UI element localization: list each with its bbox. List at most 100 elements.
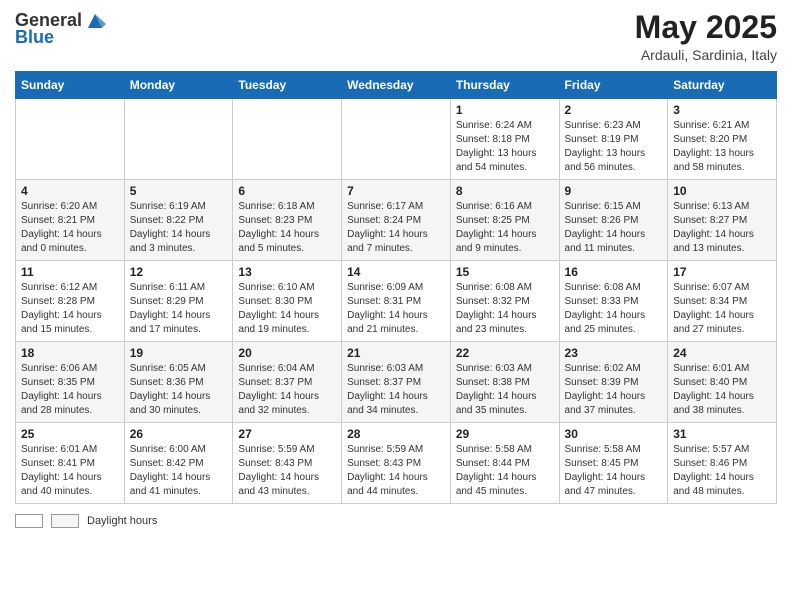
day-info: Sunrise: 6:13 AMSunset: 8:27 PMDaylight:… [673,200,771,256]
calendar-cell: 15Sunrise: 6:08 AMSunset: 8:32 PMDayligh… [450,261,559,342]
calendar-cell: 21 Sunrise: 6:03 AMSunset: 8:37 PMDayligh… [342,342,451,423]
day-info: Sunrise: 6:08 AMSunset: 8:32 PMDaylight:… [456,281,554,337]
day-number: 19 [130,346,228,360]
day-info: Sunrise: 6:11 AMSunset: 8:29 PMDaylight:… [130,281,228,337]
calendar-cell: 6Sunrise: 6:18 AMSunset: 8:23 PMDaylight… [233,180,342,261]
day-info: Sunrise: 6:03 AMSunset: 8:38 PMDaylight:… [456,362,554,418]
month-title: May 2025 [635,10,777,45]
day-number: 1 [456,103,554,117]
day-number: 5 [130,184,228,198]
week-row-4: 18Sunrise: 6:06 AMSunset: 8:35 PMDayligh… [16,342,777,423]
calendar-cell [342,99,451,180]
day-number: 24 [673,346,771,360]
col-header-tuesday: Tuesday [233,72,342,99]
day-number: 21 [347,346,445,360]
day-number: 20 [238,346,336,360]
day-number: 30 [565,427,663,441]
calendar-cell: 16 Sunrise: 6:08 AMSunset: 8:33 PMDayligh… [559,261,668,342]
calendar-cell: 18Sunrise: 6:06 AMSunset: 8:35 PMDayligh… [16,342,125,423]
legend-label: Daylight hours [87,515,157,527]
day-number: 9 [565,184,663,198]
day-number: 4 [21,184,119,198]
logo: General Blue [15,10,106,48]
calendar-cell: 4 Sunrise: 6:20 AMSunset: 8:21 PMDaylight… [16,180,125,261]
day-info: Sunrise: 6:08 AMSunset: 8:33 PMDaylight:… [565,281,663,337]
calendar-cell: 29 Sunrise: 5:58 AMSunset: 8:44 PMDayligh… [450,423,559,504]
calendar-cell: 31 Sunrise: 5:57 AMSunset: 8:46 PMDayligh… [668,423,777,504]
calendar-cell: 8 Sunrise: 6:16 AMSunset: 8:25 PMDaylight… [450,180,559,261]
day-number: 11 [21,265,119,279]
calendar-cell: 11 Sunrise: 6:12 AMSunset: 8:28 PMDayligh… [16,261,125,342]
calendar-cell [233,99,342,180]
location-title: Ardauli, Sardinia, Italy [635,47,777,63]
day-number: 14 [347,265,445,279]
day-info: Sunrise: 6:24 AMSunset: 8:18 PMDaylight:… [456,119,554,175]
calendar-cell: 27Sunrise: 5:59 AMSunset: 8:43 PMDayligh… [233,423,342,504]
calendar-cell: 28Sunrise: 5:59 AMSunset: 8:43 PMDayligh… [342,423,451,504]
day-number: 25 [21,427,119,441]
day-info: Sunrise: 6:04 AMSunset: 8:37 PMDaylight:… [238,362,336,418]
day-number: 27 [238,427,336,441]
day-info: Sunrise: 6:12 AMSunset: 8:28 PMDaylight:… [21,281,119,337]
calendar-table: SundayMondayTuesdayWednesdayThursdayFrid… [15,71,777,504]
calendar-cell: 19 Sunrise: 6:05 AMSunset: 8:36 PMDayligh… [124,342,233,423]
day-info: Sunrise: 5:58 AMSunset: 8:45 PMDaylight:… [565,443,663,499]
calendar-cell: 14 Sunrise: 6:09 AMSunset: 8:31 PMDayligh… [342,261,451,342]
day-number: 3 [673,103,771,117]
header: General Blue May 2025 Ardauli, Sardinia,… [15,10,777,63]
title-block: May 2025 Ardauli, Sardinia, Italy [635,10,777,63]
calendar-cell: 2 Sunrise: 6:23 AMSunset: 8:19 PMDaylight… [559,99,668,180]
day-number: 16 [565,265,663,279]
col-header-sunday: Sunday [16,72,125,99]
legend-box-gray [51,514,79,528]
day-number: 31 [673,427,771,441]
col-header-wednesday: Wednesday [342,72,451,99]
day-info: Sunrise: 6:16 AMSunset: 8:25 PMDaylight:… [456,200,554,256]
day-number: 2 [565,103,663,117]
page-container: General Blue May 2025 Ardauli, Sardinia,… [0,0,792,543]
calendar-cell: 30 Sunrise: 5:58 AMSunset: 8:45 PMDayligh… [559,423,668,504]
col-header-thursday: Thursday [450,72,559,99]
calendar-header-row: SundayMondayTuesdayWednesdayThursdayFrid… [16,72,777,99]
calendar-cell: 7Sunrise: 6:17 AMSunset: 8:24 PMDaylight… [342,180,451,261]
day-number: 12 [130,265,228,279]
calendar-cell: 20 Sunrise: 6:04 AMSunset: 8:37 PMDayligh… [233,342,342,423]
day-info: Sunrise: 6:10 AMSunset: 8:30 PMDaylight:… [238,281,336,337]
day-info: Sunrise: 6:17 AMSunset: 8:24 PMDaylight:… [347,200,445,256]
week-row-2: 4 Sunrise: 6:20 AMSunset: 8:21 PMDaylight… [16,180,777,261]
day-number: 8 [456,184,554,198]
day-number: 13 [238,265,336,279]
day-info: Sunrise: 6:03 AMSunset: 8:37 PMDaylight:… [347,362,445,418]
day-info: Sunrise: 6:23 AMSunset: 8:19 PMDaylight:… [565,119,663,175]
calendar-cell: 25 Sunrise: 6:01 AMSunset: 8:41 PMDayligh… [16,423,125,504]
legend-box-white [15,514,43,528]
day-number: 26 [130,427,228,441]
logo-icon [84,10,106,32]
calendar-cell: 10Sunrise: 6:13 AMSunset: 8:27 PMDayligh… [668,180,777,261]
week-row-3: 11 Sunrise: 6:12 AMSunset: 8:28 PMDayligh… [16,261,777,342]
calendar-cell: 3 Sunrise: 6:21 AMSunset: 8:20 PMDaylight… [668,99,777,180]
calendar-cell [124,99,233,180]
calendar-cell: 17Sunrise: 6:07 AMSunset: 8:34 PMDayligh… [668,261,777,342]
calendar-cell: 9 Sunrise: 6:15 AMSunset: 8:26 PMDaylight… [559,180,668,261]
day-info: Sunrise: 6:15 AMSunset: 8:26 PMDaylight:… [565,200,663,256]
calendar-cell: 1 Sunrise: 6:24 AMSunset: 8:18 PMDaylight… [450,99,559,180]
day-number: 6 [238,184,336,198]
calendar-cell: 26Sunrise: 6:00 AMSunset: 8:42 PMDayligh… [124,423,233,504]
week-row-5: 25 Sunrise: 6:01 AMSunset: 8:41 PMDayligh… [16,423,777,504]
day-number: 17 [673,265,771,279]
day-number: 29 [456,427,554,441]
calendar-cell: 13 Sunrise: 6:10 AMSunset: 8:30 PMDayligh… [233,261,342,342]
calendar-cell: 12 Sunrise: 6:11 AMSunset: 8:29 PMDayligh… [124,261,233,342]
day-info: Sunrise: 6:05 AMSunset: 8:36 PMDaylight:… [130,362,228,418]
day-info: Sunrise: 6:01 AMSunset: 8:41 PMDaylight:… [21,443,119,499]
day-info: Sunrise: 6:09 AMSunset: 8:31 PMDaylight:… [347,281,445,337]
day-info: Sunrise: 5:58 AMSunset: 8:44 PMDaylight:… [456,443,554,499]
logo-blue: Blue [15,28,54,48]
day-info: Sunrise: 6:20 AMSunset: 8:21 PMDaylight:… [21,200,119,256]
day-info: Sunrise: 6:21 AMSunset: 8:20 PMDaylight:… [673,119,771,175]
day-info: Sunrise: 5:57 AMSunset: 8:46 PMDaylight:… [673,443,771,499]
day-number: 22 [456,346,554,360]
calendar-cell: 24Sunrise: 6:01 AMSunset: 8:40 PMDayligh… [668,342,777,423]
week-row-1: 1 Sunrise: 6:24 AMSunset: 8:18 PMDaylight… [16,99,777,180]
